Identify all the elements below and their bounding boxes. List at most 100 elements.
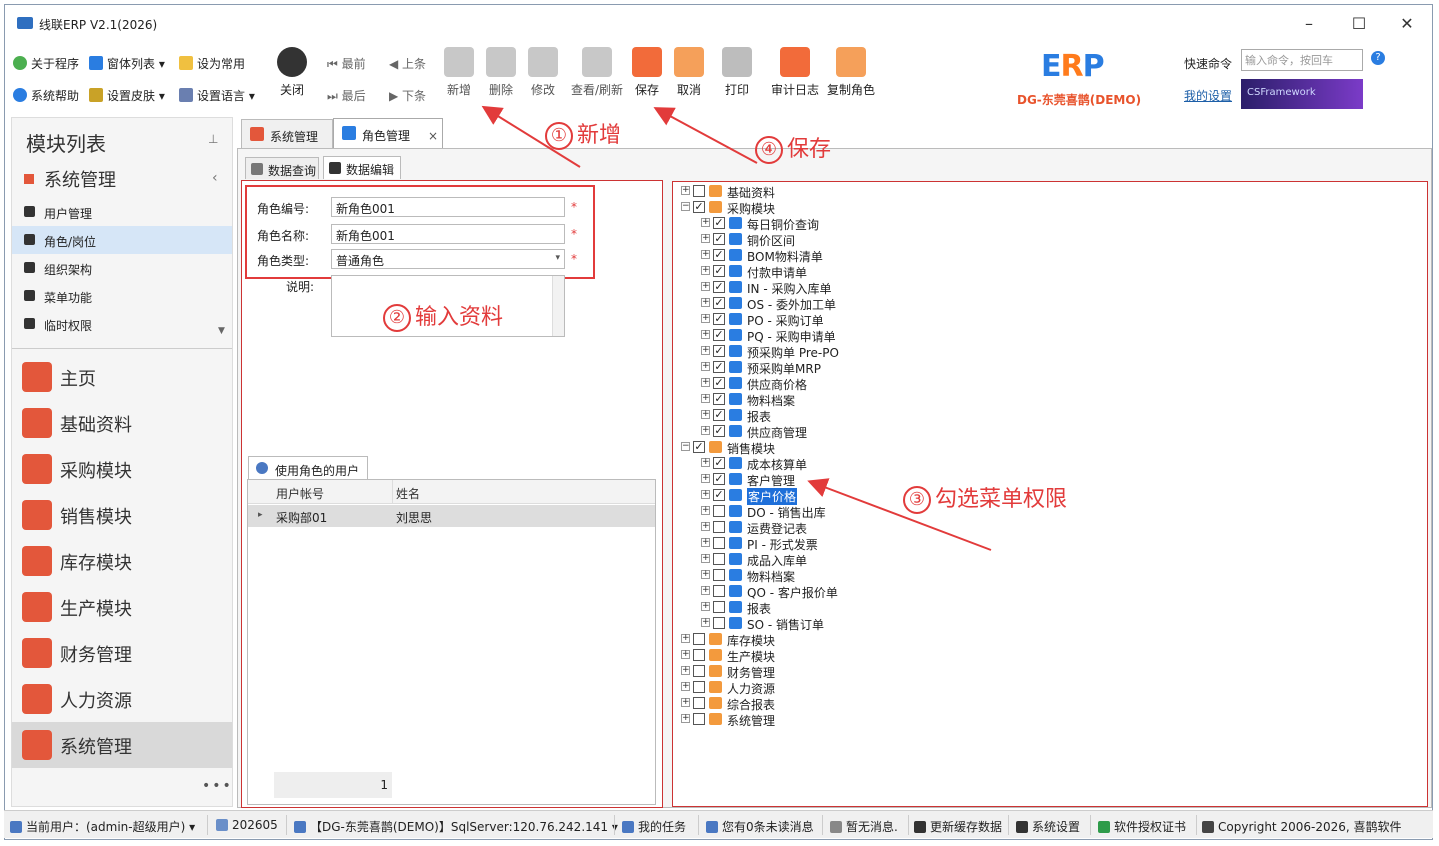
tree-checkbox[interactable]: [713, 553, 725, 565]
language-button[interactable]: 设置语言 ▾: [179, 87, 255, 104]
status-database[interactable]: 【DG-东莞喜鹊(DEMO)】SqlServer:120.76.242.141 …: [294, 818, 618, 835]
expand-icon[interactable]: +: [701, 586, 710, 595]
tree-checkbox[interactable]: ✓: [693, 201, 705, 213]
copy-role-button[interactable]: 复制角色: [823, 47, 879, 98]
expand-icon[interactable]: +: [701, 330, 710, 339]
tab-data-edit[interactable]: 数据编辑: [323, 156, 401, 179]
tree-checkbox[interactable]: [693, 681, 705, 693]
sidebar-item-user-management[interactable]: 用户管理: [12, 198, 232, 226]
window-list-button[interactable]: 窗体列表 ▾: [89, 55, 165, 72]
scrollbar[interactable]: [552, 276, 564, 336]
expand-icon[interactable]: +: [701, 218, 710, 227]
tree-checkbox[interactable]: ✓: [713, 265, 725, 277]
tree-checkbox[interactable]: ✓: [713, 313, 725, 325]
module-system[interactable]: 系统管理: [12, 722, 232, 768]
expand-icon[interactable]: +: [701, 378, 710, 387]
audit-log-button[interactable]: 审计日志: [767, 47, 823, 98]
tree-checkbox[interactable]: [693, 697, 705, 709]
expand-icon[interactable]: +: [681, 666, 690, 675]
expand-icon[interactable]: +: [701, 282, 710, 291]
expand-icon[interactable]: +: [681, 634, 690, 643]
expand-icon[interactable]: +: [681, 650, 690, 659]
expand-icon[interactable]: +: [701, 362, 710, 371]
close-window-button[interactable]: ✕: [1387, 11, 1427, 37]
tree-checkbox[interactable]: ✓: [713, 329, 725, 341]
module-sales[interactable]: 销售模块: [12, 492, 232, 538]
sidebar-item-roles[interactable]: 角色/岗位: [12, 226, 232, 254]
module-production[interactable]: 生产模块: [12, 584, 232, 630]
expand-icon[interactable]: −: [681, 442, 690, 451]
first-button[interactable]: ⏮ 最前: [327, 55, 366, 72]
role-no-input[interactable]: 新角色001: [331, 197, 565, 217]
tree-checkbox[interactable]: [713, 537, 725, 549]
cancel-button[interactable]: 取消: [665, 47, 713, 98]
quick-command-input[interactable]: 输入命令，按回车: [1241, 49, 1363, 71]
tree-checkbox[interactable]: ✓: [713, 297, 725, 309]
role-name-input[interactable]: 新角色001: [331, 224, 565, 244]
status-refresh-cache[interactable]: 更新缓存数据: [914, 818, 1002, 835]
tree-checkbox[interactable]: [713, 505, 725, 517]
tab-role-management[interactable]: 角色管理 ×: [333, 118, 443, 149]
tree-checkbox[interactable]: [713, 601, 725, 613]
module-finance[interactable]: 财务管理: [12, 630, 232, 676]
tree-checkbox[interactable]: [693, 665, 705, 677]
tab-system-management[interactable]: 系统管理: [241, 119, 333, 149]
status-settings[interactable]: 系统设置: [1016, 818, 1080, 835]
tree-checkbox[interactable]: ✓: [713, 393, 725, 405]
expand-icon[interactable]: +: [701, 602, 710, 611]
view-refresh-button[interactable]: 查看/刷新: [565, 47, 629, 98]
print-button[interactable]: 打印: [713, 47, 761, 98]
expand-icon[interactable]: +: [681, 714, 690, 723]
expand-icon[interactable]: +: [701, 570, 710, 579]
expand-icon[interactable]: +: [701, 474, 710, 483]
close-tab-icon[interactable]: ×: [428, 129, 438, 143]
expand-icon[interactable]: +: [701, 426, 710, 435]
edit-button[interactable]: 修改: [519, 47, 567, 98]
save-button[interactable]: 保存: [623, 47, 671, 98]
tree-checkbox[interactable]: ✓: [713, 217, 725, 229]
maximize-button[interactable]: ☐: [1339, 11, 1379, 37]
scroll-down-icon[interactable]: ▼: [218, 326, 225, 336]
tree-checkbox[interactable]: ✓: [693, 441, 705, 453]
help-button[interactable]: 系统帮助: [13, 87, 79, 104]
module-hr[interactable]: 人力资源: [12, 676, 232, 722]
status-my-tasks[interactable]: 我的任务: [622, 818, 686, 835]
expand-icon[interactable]: +: [701, 266, 710, 275]
tree-checkbox[interactable]: ✓: [713, 473, 725, 485]
pin-icon[interactable]: ⊥: [208, 132, 218, 146]
tree-checkbox[interactable]: ✓: [713, 345, 725, 357]
tree-checkbox[interactable]: [713, 617, 725, 629]
status-messages[interactable]: 您有0条未读消息: [706, 818, 814, 835]
tree-checkbox[interactable]: ✓: [713, 361, 725, 373]
column-header-name[interactable]: 姓名: [396, 485, 420, 502]
help-circle-icon[interactable]: ?: [1371, 51, 1385, 65]
expand-icon[interactable]: +: [701, 538, 710, 547]
tree-checkbox[interactable]: [693, 633, 705, 645]
minimize-button[interactable]: –: [1289, 11, 1329, 37]
delete-button[interactable]: 删除: [477, 47, 525, 98]
expand-icon[interactable]: +: [701, 554, 710, 563]
expand-icon[interactable]: +: [701, 458, 710, 467]
expand-icon[interactable]: +: [681, 682, 690, 691]
tab-role-users[interactable]: 使用角色的用户: [248, 456, 369, 480]
status-current-user[interactable]: 当前用户：(admin-超级用户) ▾: [10, 818, 195, 835]
tree-checkbox[interactable]: [693, 649, 705, 661]
module-basic-data[interactable]: 基础资料: [12, 400, 232, 446]
tree-checkbox[interactable]: ✓: [713, 233, 725, 245]
section-system-management[interactable]: 系统管理: [24, 166, 116, 192]
column-header-account[interactable]: 用户帐号: [276, 485, 324, 502]
module-home[interactable]: 主页: [12, 354, 232, 400]
tree-checkbox[interactable]: [713, 521, 725, 533]
tree-checkbox[interactable]: [713, 585, 725, 597]
set-common-button[interactable]: 设为常用: [179, 55, 245, 72]
expand-icon[interactable]: +: [701, 314, 710, 323]
add-button[interactable]: 新增: [435, 47, 483, 98]
tree-checkbox[interactable]: ✓: [713, 425, 725, 437]
expand-icon[interactable]: +: [701, 618, 710, 627]
expand-icon[interactable]: +: [681, 698, 690, 707]
expand-icon[interactable]: +: [681, 186, 690, 195]
module-purchasing[interactable]: 采购模块: [12, 446, 232, 492]
module-inventory[interactable]: 库存模块: [12, 538, 232, 584]
status-license[interactable]: 软件授权证书: [1098, 818, 1186, 835]
chevron-left-icon[interactable]: ‹: [212, 170, 218, 186]
